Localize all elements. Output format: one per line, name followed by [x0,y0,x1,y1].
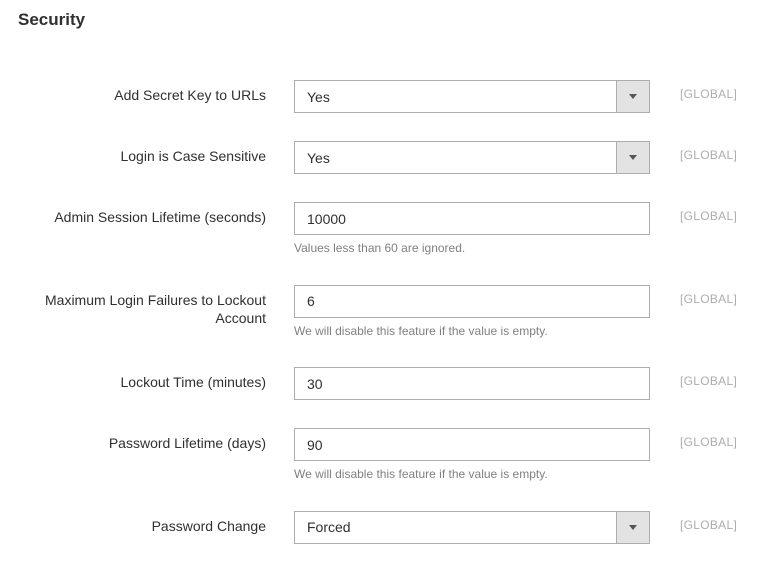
field-password-change: Password Change Forced [GLOBAL] [0,511,777,544]
input-password-lifetime[interactable] [295,429,649,460]
chevron-down-icon[interactable] [616,81,649,112]
field-session-lifetime: Admin Session Lifetime (seconds) Values … [0,202,777,257]
label-case-sensitive: Login is Case Sensitive [0,141,294,165]
section-title: Security [0,4,777,30]
select-password-change-value: Forced [295,519,616,535]
note-session-lifetime: Values less than 60 are ignored. [294,241,650,257]
field-secret-key: Add Secret Key to URLs Yes [GLOBAL] [0,80,777,113]
label-session-lifetime: Admin Session Lifetime (seconds) [0,202,294,226]
input-lockout-time-wrap [294,367,650,400]
input-session-lifetime-wrap [294,202,650,235]
label-max-failures: Maximum Login Failures to Lockout Accoun… [0,285,294,327]
input-max-failures-wrap [294,285,650,318]
field-password-lifetime: Password Lifetime (days) We will disable… [0,428,777,483]
select-secret-key-value: Yes [295,89,616,105]
select-case-sensitive-value: Yes [295,150,616,166]
input-password-lifetime-wrap [294,428,650,461]
select-secret-key[interactable]: Yes [294,80,650,113]
label-password-lifetime: Password Lifetime (days) [0,428,294,452]
select-password-change[interactable]: Forced [294,511,650,544]
select-case-sensitive[interactable]: Yes [294,141,650,174]
scope-password-lifetime: [GLOBAL] [650,428,737,449]
field-lockout-time: Lockout Time (minutes) [GLOBAL] [0,367,777,400]
chevron-down-icon[interactable] [616,142,649,173]
note-password-lifetime: We will disable this feature if the valu… [294,467,650,483]
input-max-failures[interactable] [295,286,649,317]
label-password-change: Password Change [0,511,294,535]
scope-max-failures: [GLOBAL] [650,285,737,306]
field-max-failures: Maximum Login Failures to Lockout Accoun… [0,285,777,340]
scope-secret-key: [GLOBAL] [650,80,737,101]
field-case-sensitive: Login is Case Sensitive Yes [GLOBAL] [0,141,777,174]
security-form: Add Secret Key to URLs Yes [GLOBAL] Logi… [0,30,777,544]
scope-lockout-time: [GLOBAL] [650,367,737,388]
label-secret-key: Add Secret Key to URLs [0,80,294,104]
scope-case-sensitive: [GLOBAL] [650,141,737,162]
label-lockout-time: Lockout Time (minutes) [0,367,294,391]
input-session-lifetime[interactable] [295,203,649,234]
scope-session-lifetime: [GLOBAL] [650,202,737,223]
note-max-failures: We will disable this feature if the valu… [294,324,650,340]
scope-password-change: [GLOBAL] [650,511,737,532]
input-lockout-time[interactable] [295,368,649,399]
chevron-down-icon[interactable] [616,512,649,543]
